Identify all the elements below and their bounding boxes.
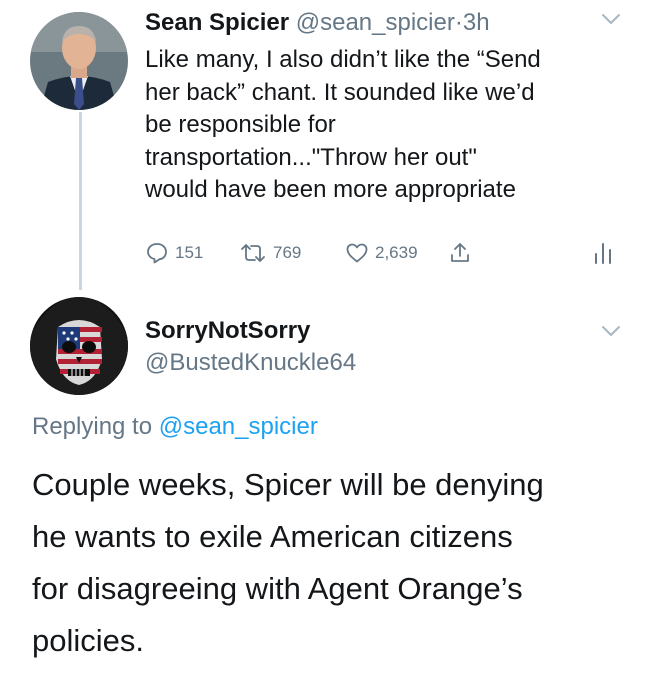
retweet-count: 769 bbox=[273, 243, 302, 262]
tweet-action-bar: 151 769 2,639 bbox=[145, 238, 635, 268]
tweet-text-line: be responsible for bbox=[145, 111, 336, 138]
tweet-text: Like many, I also didn’t like the “Send … bbox=[145, 44, 625, 207]
tweet-text-line: Like many, I also didn’t like the “Send bbox=[145, 46, 541, 73]
tweet-text-line: would have been more appropriate bbox=[145, 176, 516, 203]
tweet-text-line: her back” chant. It sounded like we’d bbox=[145, 78, 535, 106]
author-name[interactable]: Sean Spicier bbox=[145, 9, 289, 36]
heart-icon bbox=[346, 243, 368, 263]
like-button[interactable]: 2,639 bbox=[345, 238, 418, 268]
avatar[interactable] bbox=[30, 12, 128, 110]
avatar[interactable] bbox=[30, 297, 128, 395]
like-count: 2,639 bbox=[375, 243, 418, 262]
tweet-text-line: transportation..."Throw her out" bbox=[145, 143, 477, 171]
separator-dot: · bbox=[454, 9, 463, 36]
reply-count: 151 bbox=[175, 243, 204, 262]
chevron-down-icon[interactable] bbox=[600, 12, 622, 26]
tweet-text: Couple weeks, Spicer will be denying he … bbox=[32, 459, 632, 667]
analytics-button[interactable] bbox=[592, 238, 614, 268]
replying-to-label: Replying to bbox=[32, 413, 153, 440]
author-handle[interactable]: @sean_spicier bbox=[296, 9, 455, 36]
reply-icon bbox=[147, 243, 167, 264]
analytics-icon bbox=[595, 243, 611, 264]
retweet-button[interactable]: 769 bbox=[239, 238, 301, 268]
thread-connector-line bbox=[79, 112, 82, 290]
reply-button[interactable]: 151 bbox=[145, 238, 203, 268]
share-icon bbox=[451, 243, 469, 262]
replying-to: Replying to @sean_spicier bbox=[32, 412, 318, 442]
tweet-text-line: policies. bbox=[32, 623, 144, 658]
chevron-down-icon[interactable] bbox=[600, 324, 622, 338]
tweet-header: Sean Spicier @sean_spicier·3h bbox=[145, 8, 490, 38]
mention-link[interactable]: @sean_spicier bbox=[159, 413, 318, 440]
tweet-text-line: Couple weeks, Spicer will be denying bbox=[32, 467, 544, 502]
tweet-text-line: for disagreeing with Agent Orange’s bbox=[32, 571, 523, 606]
author-handle[interactable]: @BustedKnuckle64 bbox=[145, 348, 356, 378]
tweet-timestamp[interactable]: 3h bbox=[463, 9, 490, 36]
tweet-text-line: he wants to exile American citizens bbox=[32, 519, 513, 554]
retweet-icon bbox=[241, 244, 265, 262]
share-button[interactable] bbox=[448, 238, 472, 268]
author-name[interactable]: SorryNotSorry bbox=[145, 316, 310, 346]
